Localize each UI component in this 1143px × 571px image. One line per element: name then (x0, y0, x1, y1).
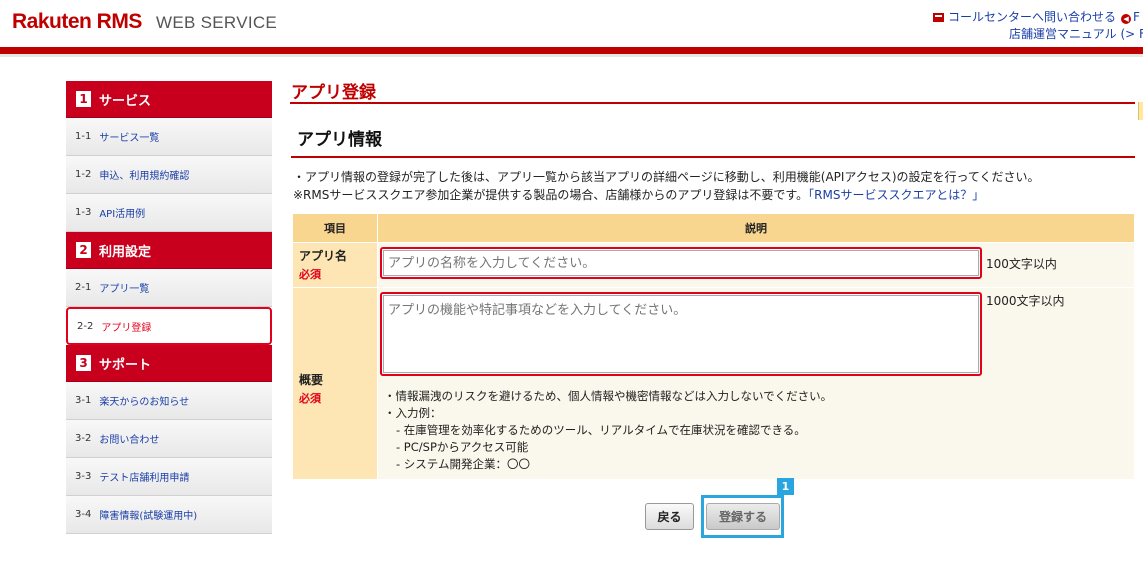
back-arrow-icon[interactable]: ◀ (1121, 14, 1132, 24)
sidebar-item-app-register[interactable]: 2-2 アプリ登録 (66, 307, 272, 345)
item-number: 3-3 (75, 471, 92, 482)
item-number: 1-3 (75, 207, 92, 218)
sidebar-item-label[interactable]: お問い合わせ (99, 431, 159, 446)
rakuten-rms-logo[interactable]: Rakuten RMS (12, 10, 142, 34)
item-number: 1-1 (75, 131, 92, 142)
item-number: 3-2 (75, 433, 92, 444)
header: Rakuten RMS WEB SERVICE コールセンターへ問い合わせる ◀ F… (0, 0, 1143, 47)
section-title: 利用設定 (99, 244, 152, 260)
note-line: ・入力例： (384, 406, 442, 420)
required-badge: 必須 (299, 392, 321, 405)
section-number: 2 (76, 242, 91, 258)
sidebar-item-label[interactable]: 申込、利用規約確認 (99, 167, 189, 182)
header-divider (0, 47, 1143, 54)
sidebar-item-label[interactable]: アプリ登録 (101, 319, 151, 334)
page-title: アプリ登録 (291, 83, 376, 103)
section-title: サービス (99, 93, 152, 109)
summary-textarea[interactable] (383, 295, 979, 373)
sidebar-section-service: 1 サービス (66, 81, 272, 118)
required-badge: 必須 (299, 268, 321, 281)
summary-label: 概要 (299, 373, 324, 387)
sidebar-item-label[interactable]: テスト店舗利用申請 (99, 469, 189, 484)
submit-button[interactable]: 登録する (706, 503, 780, 530)
back-button[interactable]: 戻る (645, 503, 694, 530)
note-line: - システム開発企業：〇〇 (396, 457, 530, 471)
sidebar-item-label[interactable]: 楽天からのお知らせ (99, 393, 189, 408)
sidebar-item-incidents[interactable]: 3-4 障害情報(試験運用中) (66, 496, 272, 534)
note-line: ・情報漏洩のリスクを避けるため、個人情報や機密情報などは入力しないでください。 (384, 389, 833, 403)
sidebar-item-app-list[interactable]: 2-1 アプリ一覧 (66, 269, 272, 307)
page-edge-marker (1138, 102, 1143, 120)
summary-label-cell: 概要 必須 (292, 287, 378, 480)
app-name-input[interactable] (383, 250, 979, 276)
sidebar-item-label[interactable]: サービス一覧 (99, 129, 159, 144)
item-number: 3-1 (75, 395, 92, 406)
logo-subtitle: WEB SERVICE (156, 13, 278, 32)
callcenter-link-label: コールセンターへ問い合わせる (948, 10, 1117, 24)
sidebar-item-service-list[interactable]: 1-1 サービス一覧 (66, 118, 272, 156)
app-name-label: アプリ名 (299, 249, 348, 263)
section-number: 1 (76, 91, 91, 107)
item-number: 3-4 (75, 509, 92, 520)
summary-content-cell: 1000文字以内 ・情報漏洩のリスクを避けるため、個人情報や機密情報などは入力し… (377, 287, 1135, 480)
sidebar-item-terms[interactable]: 1-2 申込、利用規約確認 (66, 156, 272, 194)
item-number: 2-2 (77, 320, 94, 332)
callcenter-tail[interactable]: F (1133, 10, 1140, 24)
sidebar-item-label[interactable]: 障害情報(試験運用中) (99, 507, 197, 522)
section-title: アプリ情報 (297, 130, 382, 150)
item-number: 1-2 (75, 169, 92, 180)
note-line: - PC/SPからアクセス可能 (396, 440, 529, 454)
summary-limit: 1000文字以内 (986, 294, 1065, 308)
section-title: サポート (99, 357, 152, 373)
column-header-description: 説明 (377, 213, 1135, 243)
header-divider-shadow (0, 54, 1143, 57)
title-underline (290, 102, 1135, 104)
app-name-limit: 100文字以内 (986, 257, 1057, 271)
callcenter-link[interactable]: コールセンターへ問い合わせる ◀ F (933, 8, 1140, 25)
sidebar: 1 サービス 1-1 サービス一覧 1-2 申込、利用規約確認 1-3 API活… (66, 81, 272, 534)
notice-text: ・アプリ情報の登録が完了した後は、アプリ一覧から該当アプリの詳細ページに移動し、… (293, 170, 1040, 184)
sidebar-item-contact[interactable]: 3-2 お問い合わせ (66, 420, 272, 458)
step-badge: 1 (777, 478, 794, 495)
rms-service-square-link[interactable]: 「RMSサービススクエアとは？」 (808, 188, 984, 202)
item-number: 2-1 (75, 282, 92, 293)
summary-notes: ・情報漏洩のリスクを避けるため、個人情報や機密情報などは入力しないでください。 … (378, 378, 1134, 479)
sidebar-item-label[interactable]: API活用例 (99, 205, 145, 220)
sidebar-item-test-store[interactable]: 3-3 テスト店舗利用申請 (66, 458, 272, 496)
notice-text-2: ※RMSサービススクエア参加企業が提供する製品の場合、店舗様からのアプリ登録は不… (293, 186, 984, 203)
sidebar-item-label[interactable]: アプリ一覧 (99, 280, 149, 295)
sidebar-item-news[interactable]: 3-1 楽天からのお知らせ (66, 382, 272, 420)
sidebar-section-support: 3 サポート (66, 345, 272, 382)
column-header-item: 項目 (292, 213, 378, 243)
sidebar-section-settings: 2 利用設定 (66, 232, 272, 269)
app-name-label-cell: アプリ名 必須 (292, 242, 378, 288)
sidebar-item-api-examples[interactable]: 1-3 API活用例 (66, 194, 272, 232)
summary-textarea-frame (380, 292, 982, 376)
app-info-form: 項目 説明 アプリ名 必須 100文字以内 概要 必須 10 (292, 213, 1135, 480)
note-line: - 在庫管理を効率化するためのツール、リアルタイムで在庫状況を確認できる。 (396, 423, 806, 437)
manual-link[interactable]: 店舗運営マニュアル (> F (1009, 25, 1143, 42)
notice-text-2-body: ※RMSサービススクエア参加企業が提供する製品の場合、店舗様からのアプリ登録は不… (293, 188, 809, 202)
section-underline (291, 156, 1135, 158)
app-name-input-frame (380, 247, 982, 279)
mail-icon (933, 13, 944, 22)
section-number: 3 (76, 355, 91, 371)
app-name-content-cell: 100文字以内 (377, 242, 1135, 288)
